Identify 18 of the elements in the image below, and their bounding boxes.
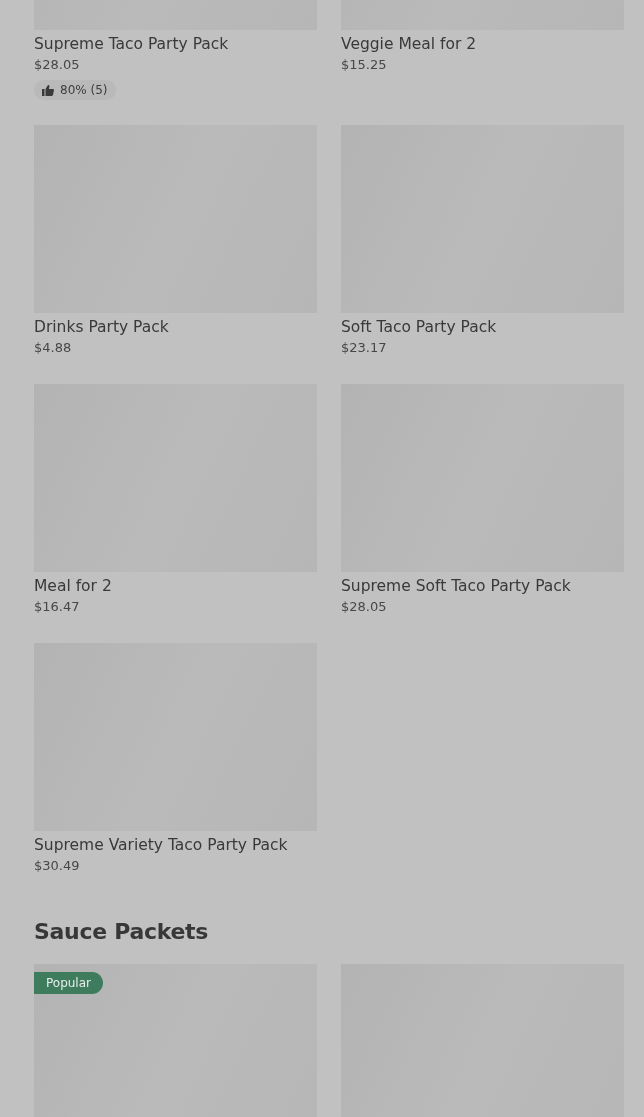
item-name[interactable]: Supreme Variety Taco Party Pack — [34, 835, 288, 855]
item-name[interactable]: Veggie Meal for 2 — [341, 34, 477, 54]
section-heading: Sauce Packets — [34, 919, 210, 944]
item-price: $23.17 — [341, 339, 387, 357]
item-price: $30.49 — [34, 857, 80, 875]
item-price: $15.25 — [341, 56, 387, 74]
item-price: $28.05 — [341, 598, 387, 616]
item-name[interactable]: Drinks Party Pack — [34, 317, 169, 337]
item-name[interactable]: Meal for 2 — [34, 576, 112, 596]
item-price: $16.47 — [34, 598, 80, 616]
item-price: $4.88 — [34, 339, 72, 357]
item-price: $28.05 — [34, 56, 80, 74]
item-name[interactable]: Soft Taco Party Pack — [341, 317, 497, 337]
item-name[interactable]: Supreme Soft Taco Party Pack — [341, 576, 571, 596]
rating-text: 80% (5) — [60, 83, 108, 97]
item-name[interactable]: Supreme Taco Party Pack — [34, 34, 229, 54]
thumbs-up-icon — [42, 84, 54, 96]
popular-badge: Popular — [34, 972, 103, 994]
